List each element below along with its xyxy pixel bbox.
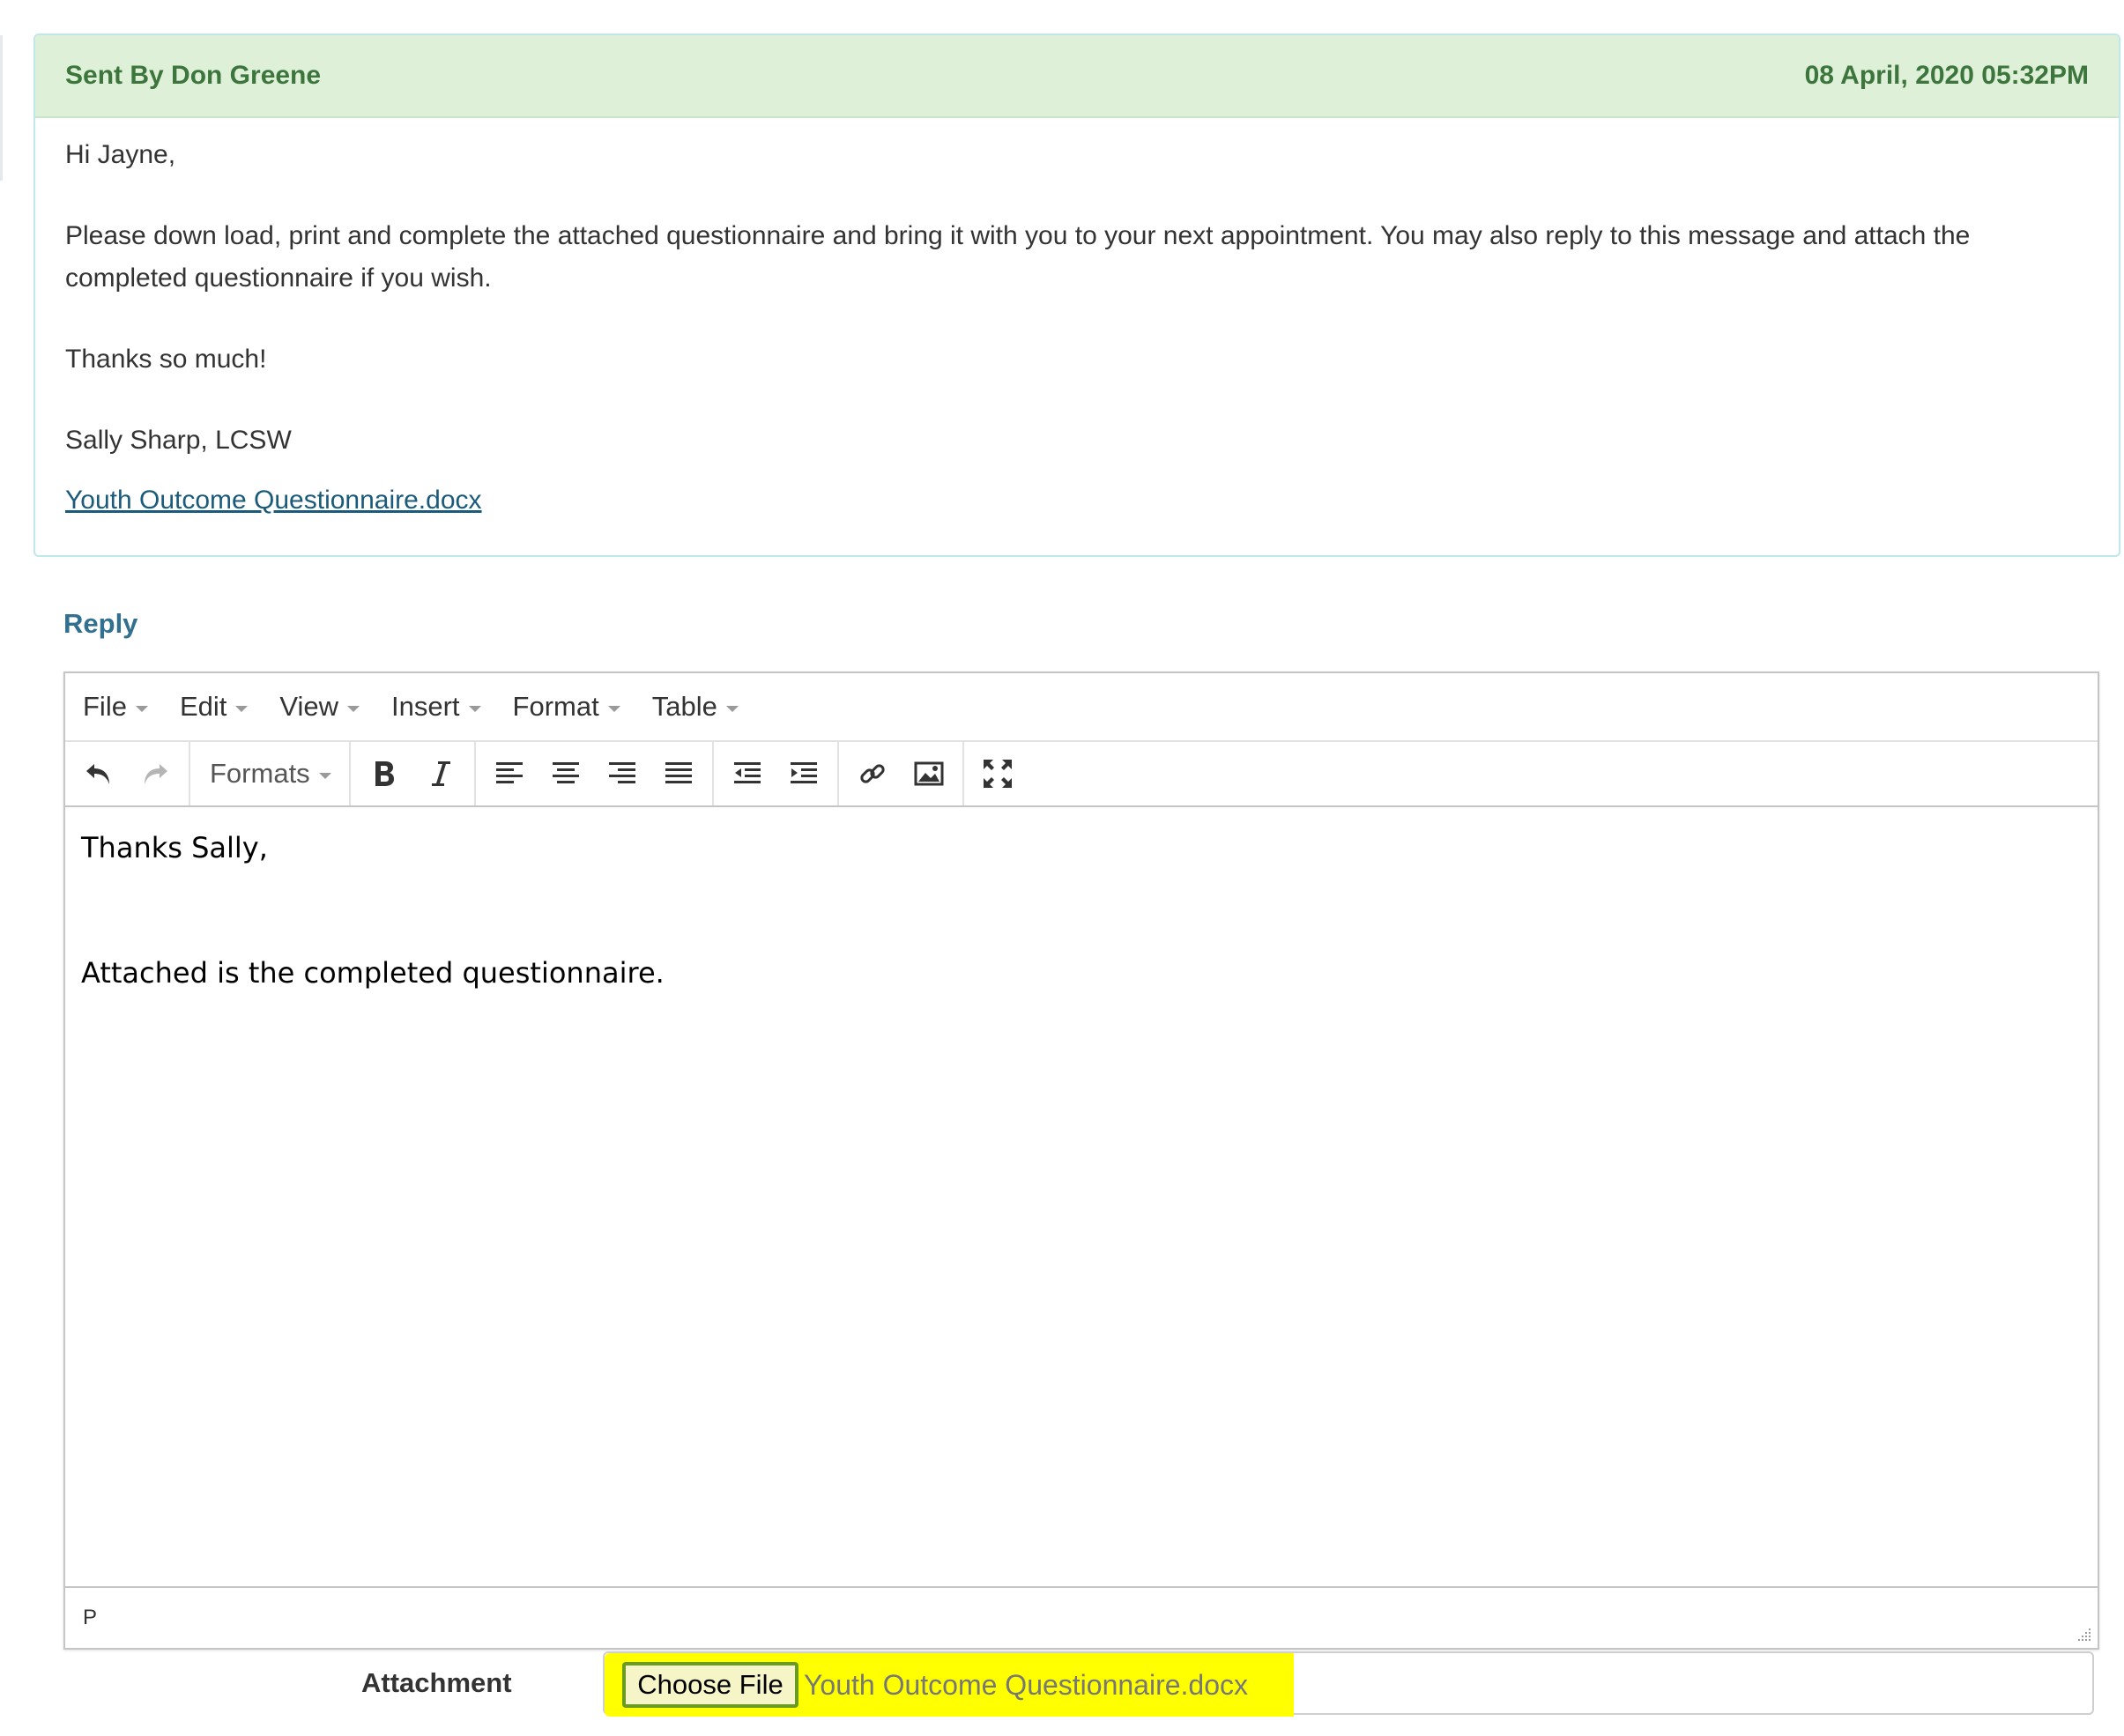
caret-down-icon — [235, 705, 249, 712]
message-thanks: Thanks so much! — [65, 345, 267, 374]
indent-button[interactable] — [776, 746, 832, 802]
editor-statusbar: P — [65, 1586, 2098, 1648]
undo-icon — [86, 764, 109, 784]
menu-view-label: View — [279, 691, 339, 722]
reply-line-2: Attached is the completed questionnaire. — [81, 956, 665, 990]
message-greeting: Hi Jayne, — [65, 140, 176, 169]
file-input[interactable]: Choose File Youth Outcome Questionnaire.… — [603, 1651, 2094, 1717]
align-justify-button[interactable] — [650, 746, 707, 802]
align-center-button[interactable] — [538, 746, 594, 802]
image-icon — [914, 761, 944, 786]
reply-line-1: Thanks Sally, — [81, 831, 268, 864]
message-header: Sent By Don Greene 08 April, 2020 05:32P… — [35, 35, 2119, 118]
align-right-icon — [608, 762, 635, 783]
caret-down-icon — [135, 705, 148, 712]
selected-file-name: Youth Outcome Questionnaire.docx — [804, 1668, 1249, 1701]
element-path[interactable]: P — [83, 1606, 97, 1630]
bold-button[interactable] — [356, 746, 412, 802]
italic-button[interactable] — [412, 746, 469, 802]
message-date: 08 April, 2020 05:32PM — [1804, 61, 2089, 90]
resize-grip-icon[interactable] — [2075, 1625, 2092, 1643]
caret-down-icon — [725, 705, 739, 712]
menu-table[interactable]: Table — [652, 691, 739, 723]
caret-down-icon — [607, 705, 620, 712]
formats-label: Formats — [210, 758, 310, 789]
text-style-group — [351, 742, 476, 805]
formats-dropdown[interactable]: Formats — [196, 746, 344, 802]
fullscreen-button[interactable] — [969, 746, 1026, 802]
reply-heading: Reply — [63, 608, 138, 639]
caret-down-icon — [468, 705, 481, 712]
attachment-label: Attachment — [361, 1667, 512, 1698]
align-right-button[interactable] — [594, 746, 650, 802]
menu-table-label: Table — [651, 691, 717, 722]
message-paragraph: Please down load, print and complete the… — [65, 221, 1971, 293]
message-panel: Sent By Don Greene 08 April, 2020 05:32P… — [33, 33, 2120, 557]
bold-icon — [375, 761, 394, 786]
alignment-group — [476, 742, 714, 805]
menu-edit[interactable]: Edit — [179, 691, 249, 723]
left-edge-divider — [0, 35, 3, 181]
message-signature: Sally Sharp, LCSW — [65, 426, 292, 455]
link-button[interactable] — [844, 746, 901, 802]
editor-menubar: File Edit View Insert Format Table — [65, 673, 2098, 742]
align-center-icon — [552, 762, 579, 783]
undo-button[interactable] — [71, 746, 127, 802]
formats-group: Formats — [190, 742, 351, 805]
image-button[interactable] — [901, 746, 957, 802]
menu-file-label: File — [83, 691, 127, 722]
align-left-icon — [495, 762, 523, 783]
indent-icon — [790, 762, 817, 783]
attachment-download-link[interactable]: Youth Outcome Questionnaire.docx — [65, 479, 482, 522]
message-body: Hi Jayne, Please down load, print and co… — [35, 118, 2119, 522]
align-justify-icon — [665, 762, 692, 783]
menu-format[interactable]: Format — [513, 691, 620, 723]
view-group — [964, 742, 1031, 805]
menu-view[interactable]: View — [279, 691, 360, 723]
choose-file-button[interactable]: Choose File — [622, 1662, 798, 1708]
align-left-button[interactable] — [481, 746, 538, 802]
insert-group — [839, 742, 964, 805]
caret-down-icon — [347, 705, 360, 712]
menu-insert[interactable]: Insert — [391, 691, 481, 723]
menu-edit-label: Edit — [179, 691, 227, 722]
menu-file[interactable]: File — [83, 691, 148, 723]
outdent-button[interactable] — [719, 746, 776, 802]
redo-icon — [145, 764, 167, 784]
menu-format-label: Format — [512, 691, 599, 722]
caret-down-icon — [318, 772, 331, 779]
message-sender: Sent By Don Greene — [65, 61, 322, 90]
editor-content-area[interactable]: Thanks Sally, Attached is the completed … — [65, 807, 2098, 1586]
link-icon — [860, 764, 885, 783]
fullscreen-icon — [983, 760, 1012, 788]
indent-group — [714, 742, 839, 805]
italic-icon — [431, 761, 450, 786]
menu-insert-label: Insert — [391, 691, 460, 722]
history-group — [65, 742, 190, 805]
editor-toolbar: Formats — [65, 742, 2098, 807]
rich-text-editor: File Edit View Insert Format Table Forma… — [63, 671, 2099, 1650]
redo-button[interactable] — [127, 746, 183, 802]
outdent-icon — [733, 762, 761, 783]
